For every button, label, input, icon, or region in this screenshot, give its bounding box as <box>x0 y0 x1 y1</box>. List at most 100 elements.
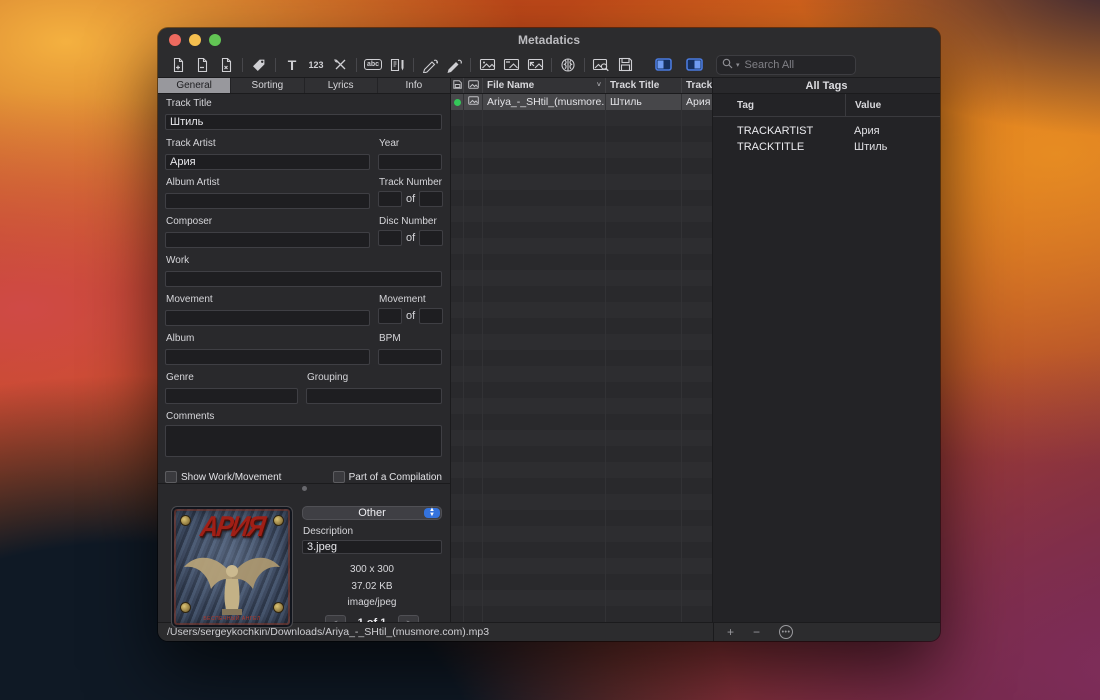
rivet-icon <box>180 515 191 526</box>
disc-number-field[interactable] <box>378 230 402 246</box>
status-bar-actions: + − ••• <box>713 623 940 641</box>
remove-files-button[interactable] <box>190 55 214 75</box>
track-title-field[interactable] <box>165 114 442 130</box>
toggle-right-panel-button[interactable] <box>682 55 706 75</box>
remove-artwork-button[interactable] <box>499 55 523 75</box>
movement-number-label: Movement <box>379 294 442 306</box>
movement-total-field[interactable] <box>419 308 443 324</box>
all-tags-body: TRACKARTISTАрияTRACKTITLEШтиль <box>713 117 940 622</box>
compilation-checkbox[interactable] <box>333 471 345 483</box>
add-files-button[interactable] <box>166 55 190 75</box>
document-pen-icon <box>389 57 406 73</box>
genre-field[interactable] <box>165 388 298 404</box>
grouping-label: Grouping <box>307 372 442 384</box>
undo-tags-button[interactable] <box>418 55 442 75</box>
track-artist-column-header[interactable]: Track <box>682 78 716 93</box>
add-tag-button[interactable]: + <box>727 626 734 638</box>
add-artwork-icon <box>479 57 496 72</box>
tag-row[interactable]: TRACKARTISTАрия <box>713 123 940 139</box>
number-format-button[interactable]: 123 <box>304 55 328 75</box>
work-field[interactable] <box>165 271 442 287</box>
year-field[interactable] <box>378 154 442 170</box>
add-file-icon <box>171 57 186 73</box>
close-files-button[interactable] <box>214 55 238 75</box>
bpm-field[interactable] <box>378 349 442 365</box>
tab-general[interactable]: General <box>158 78 231 93</box>
left-panel-icon <box>655 58 672 71</box>
close-file-icon <box>219 57 234 73</box>
artwork-type-popup[interactable]: Other ▲▼ <box>302 506 442 520</box>
tools-button[interactable] <box>328 55 352 75</box>
grouping-field[interactable] <box>306 388 442 404</box>
description-label: Description <box>303 526 442 538</box>
album-artist-field[interactable] <box>165 193 370 209</box>
toggle-left-panel-button[interactable] <box>651 55 675 75</box>
empty-row <box>451 110 712 126</box>
musicbrainz-lookup-button[interactable] <box>556 55 580 75</box>
empty-row <box>451 366 712 382</box>
value-column-header[interactable]: Value <box>845 94 940 116</box>
write-tags-button[interactable] <box>442 55 466 75</box>
track-artist-field[interactable] <box>165 154 370 170</box>
tab-lyrics[interactable]: Lyrics <box>305 78 378 93</box>
artwork-column-icon <box>468 80 479 92</box>
comments-label: Comments <box>166 411 442 423</box>
angel-statue-graphic <box>180 547 284 617</box>
text-format-button[interactable]: T <box>280 55 304 75</box>
artwork-column-header[interactable] <box>464 78 483 93</box>
file-name-cell: Ariya_-_SHtil_(musmore.... <box>483 94 606 110</box>
transform-tags-button[interactable] <box>385 55 409 75</box>
artwork-dimensions: 300 x 300 <box>302 564 442 575</box>
more-actions-button[interactable]: ••• <box>779 625 793 639</box>
popup-stepper-icon: ▲▼ <box>424 508 440 518</box>
window-title: Metadatics <box>158 33 940 47</box>
movement-number-field[interactable] <box>378 308 402 324</box>
pen-swoosh-filled-icon <box>446 57 463 73</box>
tag-column-header[interactable]: Tag <box>713 100 845 111</box>
year-label: Year <box>379 138 442 150</box>
search-input[interactable] <box>743 58 850 72</box>
titlebar[interactable]: Metadatics <box>158 28 940 52</box>
tab-info[interactable]: Info <box>378 78 450 93</box>
rename-button[interactable]: abc <box>361 55 385 75</box>
save-icon <box>618 57 633 72</box>
all-tags-panel: All Tags Tag Value TRACKARTISTАрияTRACKT… <box>713 78 940 622</box>
export-artwork-button[interactable] <box>523 55 547 75</box>
disc-number-label: Disc Number <box>379 216 442 228</box>
search-field[interactable]: ▾ <box>716 55 856 75</box>
composer-field[interactable] <box>165 232 370 248</box>
add-artwork-button[interactable] <box>475 55 499 75</box>
save-button[interactable] <box>613 55 637 75</box>
artwork-filesize: 37.02 KB <box>302 581 442 592</box>
track-title-column-header[interactable]: Track Title <box>606 78 682 93</box>
show-work-movement-checkbox[interactable] <box>165 471 177 483</box>
comments-field[interactable] <box>165 425 442 457</box>
movement-number-of-label: of <box>406 310 415 322</box>
file-row[interactable]: Ariya_-_SHtil_(musmore....ШтильАрия <box>451 94 712 110</box>
tag-row[interactable]: TRACKTITLEШтиль <box>713 139 940 155</box>
remove-tag-button[interactable]: − <box>753 626 760 638</box>
empty-row <box>451 606 712 622</box>
empty-row <box>451 302 712 318</box>
movement-field[interactable] <box>165 310 370 326</box>
edit-tags-button[interactable] <box>247 55 271 75</box>
tab-sorting[interactable]: Sorting <box>231 78 304 93</box>
file-name-column-header[interactable]: File Name ˅ <box>483 78 606 93</box>
toolbar: T 123 abc <box>158 52 940 78</box>
search-icon <box>722 56 733 74</box>
artwork-meta: Other ▲▼ Description 300 x 300 37.02 KB … <box>302 506 442 622</box>
search-scope-chevron-icon: ▾ <box>736 61 740 69</box>
album-field[interactable] <box>165 349 370 365</box>
modified-column-header[interactable] <box>451 78 464 93</box>
disc-total-field[interactable] <box>419 230 443 246</box>
artwork-search-button[interactable] <box>589 55 613 75</box>
album-cover[interactable]: АРИЯ БЕСПЕЧНЫЙ АНГЕЛ <box>171 506 293 628</box>
album-label: Album <box>166 333 370 345</box>
artwork-splitter[interactable] <box>158 483 450 493</box>
track-total-field[interactable] <box>419 191 443 207</box>
empty-row <box>451 174 712 190</box>
track-number-field[interactable] <box>378 191 402 207</box>
tag-value: Штиль <box>845 141 940 153</box>
description-field[interactable] <box>302 540 442 554</box>
export-artwork-icon <box>527 57 544 72</box>
